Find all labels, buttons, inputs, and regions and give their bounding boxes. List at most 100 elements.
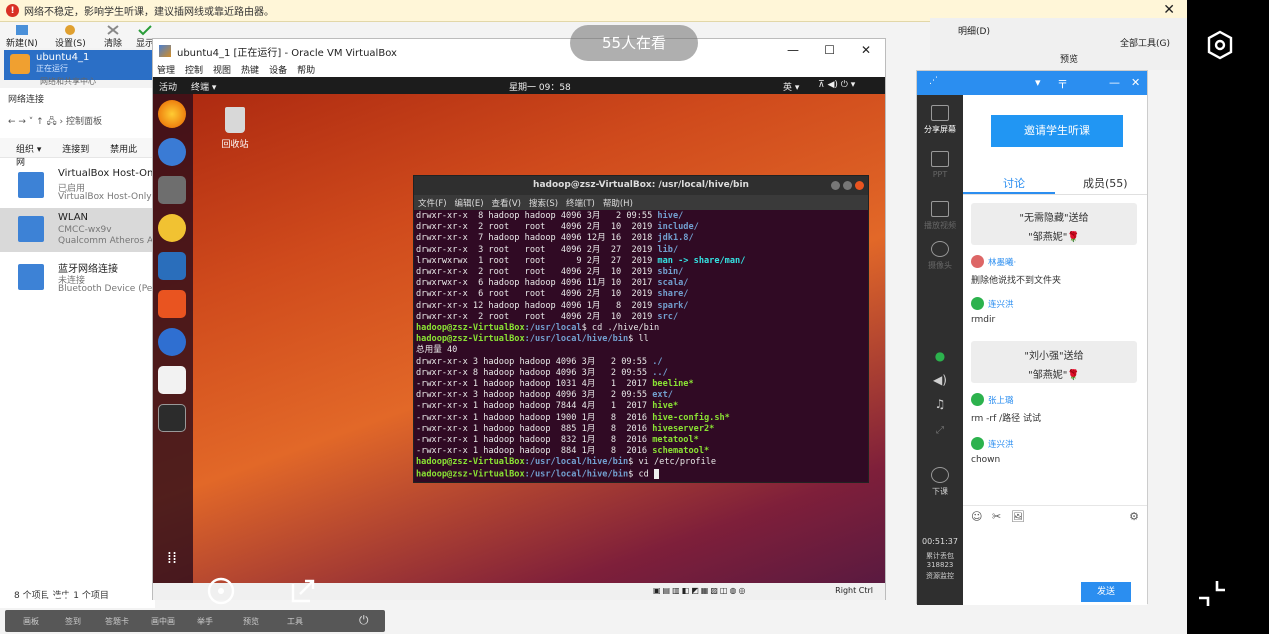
term-menu-file[interactable]: 文件(F) bbox=[418, 197, 447, 209]
terminal-title: hadoop@zsz-VirtualBox: /usr/local/hive/b… bbox=[533, 180, 749, 190]
thunderbird-icon[interactable] bbox=[158, 138, 186, 166]
new-vm-button[interactable]: 新建(N) bbox=[6, 24, 38, 49]
menu-devices[interactable]: 设备 bbox=[269, 63, 287, 77]
maximize-icon[interactable] bbox=[843, 181, 852, 190]
maximize-button[interactable]: ☐ bbox=[824, 43, 835, 57]
file-name: scala/ bbox=[657, 278, 689, 289]
adapter-wlan[interactable]: WLAN CMCC-wx9v Qualcomm Atheros A bbox=[0, 208, 155, 252]
guest-screen[interactable]: 活动 终端 ▾ 星期一 09：58 英 ▾ ⊼ ◀) ⏻ ▾ ⁞⁞ 回收站 ha… bbox=[153, 77, 885, 583]
trash-desktop-icon[interactable]: 回收站 bbox=[217, 107, 253, 150]
clock[interactable]: 星期一 09：58 bbox=[509, 80, 571, 93]
term-menu-view[interactable]: 查看(V) bbox=[492, 197, 521, 209]
adapter-bluetooth[interactable]: 蓝牙网络连接 未连接 Bluetooth Device (Pe bbox=[0, 256, 155, 300]
share-icon[interactable] bbox=[288, 576, 318, 606]
comment-icon[interactable] bbox=[44, 576, 74, 606]
menu-help[interactable]: 帮助 bbox=[297, 63, 315, 77]
camera-tool[interactable]: 摄像头 bbox=[917, 241, 963, 271]
warning-close-icon[interactable]: ✕ bbox=[1163, 2, 1175, 18]
settings-button[interactable]: 设置(S) bbox=[55, 24, 86, 49]
show-apps-icon[interactable]: ⁞⁞ bbox=[158, 544, 186, 572]
ppt-tool[interactable]: PPT bbox=[917, 151, 963, 179]
terminal-icon[interactable] bbox=[158, 404, 186, 432]
terminal-window[interactable]: hadoop@zsz-VirtualBox: /usr/local/hive/b… bbox=[413, 175, 869, 483]
minimize-button[interactable]: — bbox=[787, 43, 799, 57]
preview-pane-button[interactable]: 预览 bbox=[1060, 52, 1078, 65]
close-icon[interactable] bbox=[855, 181, 864, 190]
end-class-tool[interactable]: 下课 bbox=[917, 467, 963, 497]
menu-view[interactable]: 视图 bbox=[213, 63, 231, 77]
host-desktop: ! 网络不稳定，影响学生听课，建议插网线或靠近路由器。 ✕ 新建(N) 设置(S… bbox=[0, 0, 1187, 634]
file-meta: drwxr-xr-x 8 hadoop hadoop 4096 3月 2 09:… bbox=[416, 367, 653, 378]
speaker-icon[interactable]: ◀) bbox=[917, 373, 963, 387]
writer-icon[interactable] bbox=[158, 252, 186, 280]
term-menu-help[interactable]: 帮助(H) bbox=[603, 197, 633, 209]
whiteboard-button[interactable]: 画板 bbox=[23, 616, 39, 627]
file-name: src/ bbox=[657, 311, 679, 322]
shared-center-link[interactable]: 网络和共享中心 bbox=[40, 76, 96, 87]
menu-machine[interactable]: 管理 bbox=[157, 63, 175, 77]
terminal-output[interactable]: drwxr-xr-x 8 hadoop hadoop 4096 3月 2 09:… bbox=[414, 210, 868, 480]
answer-card-button[interactable]: 答题卡 bbox=[105, 616, 129, 627]
collapse-button[interactable]: ▾ bbox=[1035, 76, 1041, 89]
picture-in-picture-button[interactable]: 画中画 bbox=[151, 616, 175, 627]
gear-icon[interactable]: ⚙ bbox=[1129, 510, 1139, 523]
target-icon[interactable] bbox=[206, 576, 236, 606]
connect-to-button[interactable]: 连接到 bbox=[62, 145, 89, 155]
discard-icon bbox=[107, 25, 119, 35]
fullscreen-icon[interactable]: ⤢ bbox=[917, 425, 963, 436]
bluetooth-adapter-icon bbox=[18, 264, 44, 290]
shield-icon[interactable] bbox=[124, 576, 154, 606]
tab-members[interactable]: 成员(55) bbox=[1083, 175, 1128, 191]
rhythmbox-icon[interactable] bbox=[158, 214, 186, 242]
tools-button[interactable]: 工具 bbox=[287, 616, 303, 627]
device-status-icons[interactable]: ▣▤▥◧◩▦▨◫◍◎ bbox=[653, 586, 747, 595]
files-icon[interactable] bbox=[158, 176, 186, 204]
power-icon[interactable]: ⏻ bbox=[359, 613, 369, 628]
play-video-tool[interactable]: 播放视频 bbox=[917, 201, 963, 231]
term-menu-edit[interactable]: 编辑(E) bbox=[455, 197, 484, 209]
terminal-app-menu[interactable]: 终端 ▾ bbox=[191, 80, 216, 93]
chat-message: 林墨曦· 删除他说找不到文件夹 bbox=[971, 255, 1141, 286]
firefox-icon[interactable] bbox=[158, 100, 186, 128]
term-menu-terminal[interactable]: 终端(T) bbox=[566, 197, 595, 209]
ubuntu-dock: ⁞⁞ bbox=[153, 94, 193, 583]
fullscreen-exit-icon[interactable] bbox=[1197, 578, 1227, 608]
pin-button[interactable]: 〒 bbox=[1057, 76, 1068, 92]
minimize-button[interactable]: — bbox=[1109, 76, 1120, 89]
activities-button[interactable]: 活动 bbox=[159, 80, 177, 93]
adapter-host-only[interactable]: VirtualBox Host-Only 已启用 VirtualBox Host… bbox=[0, 164, 162, 208]
classroom-panel-header: ⋰ ▾ 〒 — ✕ bbox=[917, 71, 1147, 95]
help-icon[interactable] bbox=[158, 328, 186, 356]
raise-hand-button[interactable]: 举手 bbox=[197, 616, 213, 627]
emoji-icon[interactable]: ☺ bbox=[971, 510, 982, 523]
menu-hotkey[interactable]: 热键 bbox=[241, 63, 259, 77]
all-tools-button[interactable]: 全部工具(G) bbox=[1120, 36, 1170, 49]
close-button[interactable]: ✕ bbox=[861, 43, 871, 57]
minimize-icon[interactable] bbox=[831, 181, 840, 190]
send-button[interactable]: 发送 bbox=[1081, 582, 1131, 602]
image-icon[interactable]: 🖼 bbox=[1011, 510, 1025, 523]
share-screen-tool[interactable]: 分享屏幕 bbox=[917, 105, 963, 135]
software-center-icon[interactable] bbox=[158, 290, 186, 318]
scissors-icon[interactable]: ✂ bbox=[992, 510, 1001, 523]
classroom-panel: ⋰ ▾ 〒 — ✕ 分享屏幕 PPT 播放视频 摄像头 ● ◀) ♫ ⤢ 下课 … bbox=[916, 70, 1148, 605]
details-view-button[interactable]: 明细(D) bbox=[958, 24, 990, 37]
vbox-manager-toolbar: 新建(N) 设置(S) 清除 显示 bbox=[0, 22, 160, 49]
system-menu-icons[interactable]: ⊼ ◀) ⏻ ▾ bbox=[818, 80, 855, 90]
preview-button[interactable]: 预览 bbox=[243, 616, 259, 627]
close-button[interactable]: ✕ bbox=[1131, 76, 1140, 89]
address-bar[interactable]: ← → ˅ ↑ 🖧 › 控制面板 bbox=[8, 114, 158, 130]
organize-menu[interactable]: 组织 ▾ bbox=[16, 145, 41, 155]
discard-button[interactable]: 清除 bbox=[104, 24, 122, 49]
music-icon[interactable]: ♫ bbox=[917, 397, 963, 411]
tab-discussion[interactable]: 讨论 bbox=[1003, 175, 1025, 191]
term-menu-search[interactable]: 搜索(S) bbox=[529, 197, 558, 209]
invite-students-button[interactable]: 邀请学生听课 bbox=[991, 115, 1123, 147]
microphone-icon[interactable]: ● bbox=[917, 349, 963, 363]
settings-hexagon-icon[interactable] bbox=[1207, 30, 1233, 60]
menu-control[interactable]: 控制 bbox=[185, 63, 203, 77]
check-in-button[interactable]: 签到 bbox=[65, 616, 81, 627]
vm-window-title: ubuntu4_1 [正在运行] - Oracle VM VirtualBox bbox=[177, 47, 397, 59]
amazon-icon[interactable] bbox=[158, 366, 186, 394]
input-method-menu[interactable]: 英 ▾ bbox=[783, 80, 799, 93]
